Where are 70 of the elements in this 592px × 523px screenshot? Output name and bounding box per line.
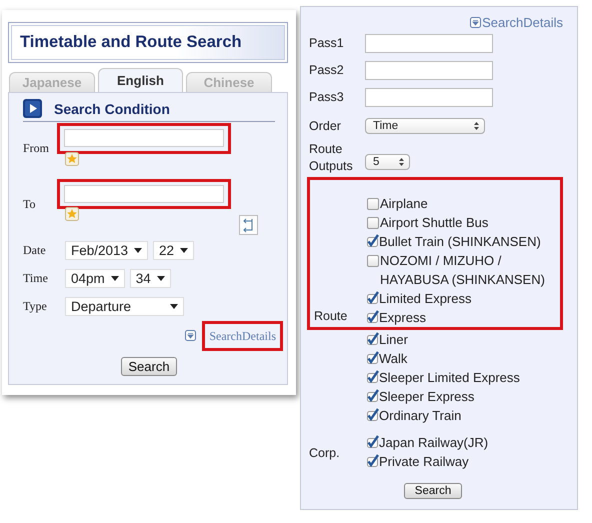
order-dropdown[interactable]: Time <box>365 118 485 134</box>
caret-icon <box>180 248 188 253</box>
search-button[interactable]: Search <box>404 483 462 499</box>
field-label: From <box>23 141 50 156</box>
pass-field[interactable] <box>365 61 493 80</box>
dropdown[interactable]: Feb/2013 <box>65 241 148 260</box>
checkbox[interactable] <box>367 370 379 383</box>
panel-title: Timetable and Route Search <box>11 25 285 60</box>
star-icon[interactable] <box>65 207 79 222</box>
stepper-icon <box>399 158 404 166</box>
dropdown[interactable]: 04pm <box>65 269 125 288</box>
search-details-link[interactable]: SearchDetails <box>482 15 563 30</box>
expand-icon[interactable] <box>185 330 196 341</box>
field-label: Pass2 <box>309 62 345 79</box>
option-label: Airplane <box>380 195 429 213</box>
search-details-link[interactable]: SearchDetails <box>209 328 276 342</box>
pass-field[interactable] <box>365 88 493 107</box>
checkbox[interactable] <box>367 435 379 448</box>
station-field[interactable] <box>64 184 224 203</box>
expand-icon[interactable] <box>470 17 482 28</box>
dropdown[interactable]: 22 <box>153 241 194 260</box>
checkbox[interactable] <box>367 310 379 323</box>
checkbox[interactable] <box>367 332 379 345</box>
field-label: Corp. <box>309 446 340 460</box>
search-button[interactable]: Search <box>121 356 177 376</box>
star-icon[interactable] <box>65 152 79 166</box>
checkbox[interactable] <box>367 454 379 467</box>
checkbox[interactable] <box>367 234 379 247</box>
option-label: Liner <box>379 331 409 349</box>
checkbox[interactable] <box>367 198 379 210</box>
pass-field[interactable] <box>365 34 493 53</box>
checkbox[interactable] <box>367 389 379 402</box>
outputs-dropdown[interactable]: 5 <box>365 154 410 170</box>
option-label: Airport Shuttle Bus <box>380 214 490 232</box>
field-label: Pass1 <box>309 35 345 52</box>
field-label: Date <box>23 243 47 258</box>
caret-icon <box>156 276 165 281</box>
checkbox[interactable] <box>367 291 379 304</box>
checkbox[interactable] <box>367 351 379 364</box>
field-label: Route Outputs <box>309 141 354 175</box>
option-label: Limited Express <box>379 290 472 308</box>
option-label: Ordinary Train <box>379 407 462 425</box>
stepper-icon <box>474 122 479 130</box>
field-label: Time <box>23 271 49 286</box>
option-label: Sleeper Express <box>379 388 476 406</box>
option-label: Japan Railway(JR) <box>379 434 490 452</box>
caret-icon <box>170 304 178 309</box>
checkbox[interactable] <box>367 217 379 229</box>
play-icon <box>23 99 42 118</box>
option-label: Bullet Train (SHINKANSEN) <box>379 233 542 251</box>
caret-icon <box>110 276 119 281</box>
option-label: Express <box>379 309 427 327</box>
option-label: Sleeper Limited Express <box>379 369 521 387</box>
swap-icon[interactable] <box>239 214 258 234</box>
field-label: Pass3 <box>309 89 345 106</box>
option-label: NOZOMI / MIZUHO / HAYABUSA (SHINKANSEN) <box>380 252 546 289</box>
section-heading: Search Condition <box>54 100 170 116</box>
option-label: Walk <box>379 350 408 368</box>
caret-icon <box>134 248 142 253</box>
station-field[interactable] <box>64 129 224 147</box>
dropdown[interactable]: Departure <box>65 297 184 316</box>
field-label: Order <box>309 118 342 134</box>
checkbox[interactable] <box>367 255 379 267</box>
field-label: Route <box>314 309 348 323</box>
dropdown[interactable]: 34 <box>130 269 171 288</box>
language-tab[interactable]: English <box>98 68 183 92</box>
option-label: Private Railway <box>379 453 470 471</box>
field-label: Type <box>23 299 48 314</box>
field-label: To <box>23 197 36 212</box>
checkbox[interactable] <box>367 408 379 421</box>
